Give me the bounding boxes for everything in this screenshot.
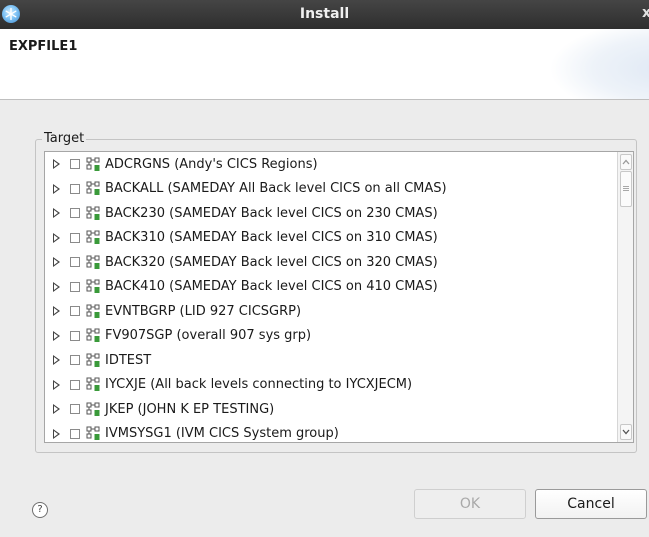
- system-group-icon: [86, 353, 101, 368]
- row-label: ADCRGNS (Andy's CICS Regions): [105, 156, 318, 172]
- row-label: BACK230 (SAMEDAY Back level CICS on 230 …: [105, 205, 438, 221]
- system-group-icon: [86, 181, 101, 196]
- target-tree[interactable]: ADCRGNS (Andy's CICS Regions) BACKALL (SA…: [44, 151, 634, 443]
- expand-arrow-icon[interactable]: [53, 428, 60, 439]
- expand-arrow-icon[interactable]: [53, 355, 60, 366]
- tree-row[interactable]: ADCRGNS (Andy's CICS Regions): [45, 152, 615, 177]
- expand-arrow-icon[interactable]: [53, 404, 60, 415]
- system-group-icon: [86, 279, 101, 294]
- expand-arrow-icon[interactable]: [53, 208, 60, 219]
- row-checkbox[interactable]: [70, 159, 80, 170]
- vertical-scrollbar[interactable]: [617, 152, 633, 442]
- row-checkbox[interactable]: [70, 232, 80, 243]
- ok-button[interactable]: OK: [414, 489, 526, 519]
- title-bar: Install x: [0, 0, 649, 30]
- row-checkbox[interactable]: [70, 355, 80, 366]
- row-label: BACKALL (SAMEDAY All Back level CICS on …: [105, 181, 447, 197]
- system-group-icon: [86, 402, 101, 417]
- row-label: EVNTBGRP (LID 927 CICSGRP): [105, 303, 302, 319]
- cancel-button[interactable]: Cancel: [535, 489, 647, 519]
- row-label: BACK320 (SAMEDAY Back level CICS on 320 …: [105, 254, 438, 270]
- system-group-icon: [86, 377, 101, 392]
- system-group-icon: [86, 328, 101, 343]
- system-group-icon: [86, 255, 101, 270]
- row-label: FV907SGP (overall 907 sys grp): [105, 328, 312, 344]
- row-checkbox[interactable]: [70, 428, 80, 439]
- row-label: BACK310 (SAMEDAY Back level CICS on 310 …: [105, 230, 438, 246]
- tree-row[interactable]: BACK230 (SAMEDAY Back level CICS on 230 …: [45, 201, 615, 226]
- scroll-up-button[interactable]: [620, 154, 632, 170]
- row-checkbox[interactable]: [70, 257, 80, 268]
- dialog-content: Target ADCRGNS (Andy's CICS Regions) BACK…: [0, 100, 649, 537]
- row-label: IDTEST: [105, 352, 152, 368]
- row-label: IVMSYSG1 (IVM CICS System group): [105, 426, 339, 442]
- expand-arrow-icon[interactable]: [53, 379, 60, 390]
- expand-arrow-icon[interactable]: [53, 183, 60, 194]
- expand-arrow-icon[interactable]: [53, 257, 60, 268]
- chevron-down-icon: [622, 429, 630, 435]
- scroll-thumb[interactable]: [620, 171, 632, 207]
- tree-row[interactable]: FV907SGP (overall 907 sys grp): [45, 324, 615, 349]
- target-group: Target ADCRGNS (Andy's CICS Regions) BACK…: [35, 131, 637, 453]
- row-checkbox[interactable]: [70, 208, 80, 219]
- close-button[interactable]: x: [642, 5, 649, 21]
- row-label: BACK410 (SAMEDAY Back level CICS on 410 …: [105, 279, 438, 295]
- tree-row[interactable]: BACK310 (SAMEDAY Back level CICS on 310 …: [45, 226, 615, 251]
- row-checkbox[interactable]: [70, 281, 80, 292]
- expand-arrow-icon[interactable]: [53, 159, 60, 170]
- dialog-banner: EXPFILE1: [0, 29, 649, 100]
- banner-title: EXPFILE1: [9, 39, 78, 54]
- tree-row[interactable]: BACKALL (SAMEDAY All Back level CICS on …: [45, 177, 615, 202]
- banner-decoration: [549, 29, 649, 99]
- tree-row[interactable]: BACK320 (SAMEDAY Back level CICS on 320 …: [45, 250, 615, 275]
- system-group-icon: [86, 230, 101, 245]
- tree-row[interactable]: IDTEST: [45, 348, 615, 373]
- row-checkbox[interactable]: [70, 183, 80, 194]
- system-group-icon: [86, 426, 101, 441]
- expand-arrow-icon[interactable]: [53, 281, 60, 292]
- scroll-down-button[interactable]: [620, 424, 632, 440]
- system-group-icon: [86, 206, 101, 221]
- system-group-icon: [86, 157, 101, 172]
- tree-row[interactable]: IVMSYSG1 (IVM CICS System group): [45, 422, 615, 443]
- tree-row[interactable]: IYCXJE (All back levels connecting to IY…: [45, 373, 615, 398]
- expand-arrow-icon[interactable]: [53, 232, 60, 243]
- tree-rows: ADCRGNS (Andy's CICS Regions) BACKALL (SA…: [45, 152, 615, 443]
- tree-row[interactable]: JKEP (JOHN K EP TESTING): [45, 397, 615, 422]
- help-icon[interactable]: ?: [32, 502, 48, 518]
- row-checkbox[interactable]: [70, 306, 80, 317]
- expand-arrow-icon[interactable]: [53, 330, 60, 341]
- row-label: IYCXJE (All back levels connecting to IY…: [105, 377, 413, 393]
- row-label: JKEP (JOHN K EP TESTING): [105, 401, 275, 417]
- chevron-up-icon: [622, 159, 630, 165]
- expand-arrow-icon[interactable]: [53, 306, 60, 317]
- target-group-label: Target: [42, 131, 87, 146]
- row-checkbox[interactable]: [70, 330, 80, 341]
- system-group-icon: [86, 304, 101, 319]
- window-title: Install: [299, 6, 350, 22]
- tree-row[interactable]: BACK410 (SAMEDAY Back level CICS on 410 …: [45, 275, 615, 300]
- row-checkbox[interactable]: [70, 379, 80, 390]
- tree-row[interactable]: EVNTBGRP (LID 927 CICSGRP): [45, 299, 615, 324]
- row-checkbox[interactable]: [70, 404, 80, 415]
